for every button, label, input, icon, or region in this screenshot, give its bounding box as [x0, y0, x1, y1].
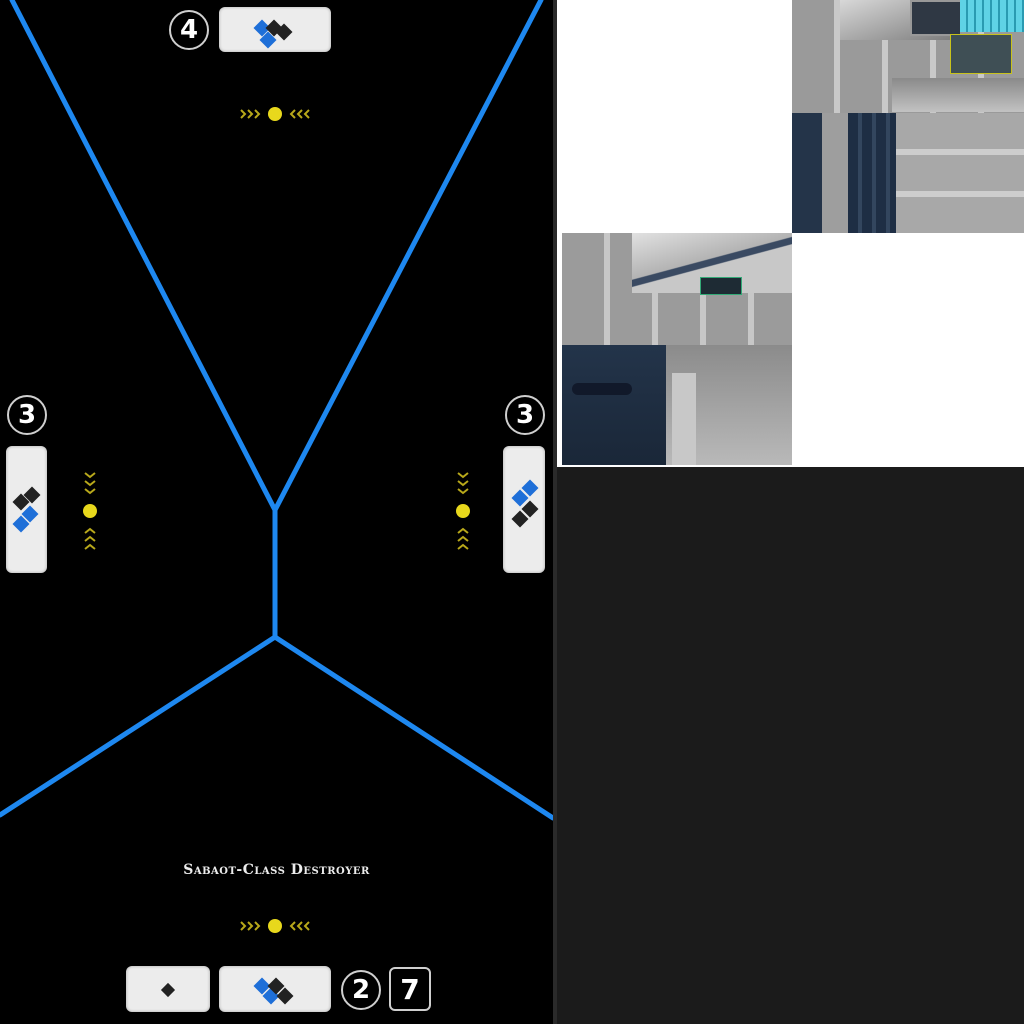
rear-armament-dice: [219, 966, 331, 1012]
ship-name: Sabaot-Class Destroyer: [183, 862, 370, 878]
hull-value: 7: [389, 967, 431, 1011]
front-speed-marker: [240, 107, 310, 121]
left-speed-marker: [83, 472, 97, 550]
right-shield-value: 3: [505, 395, 545, 435]
hull-texture-top-right: [792, 0, 1024, 233]
rear-speed-marker: [240, 919, 310, 933]
blank-texture-region-top: [557, 0, 792, 233]
anti-squadron-dice: [126, 966, 210, 1012]
ship-card: 4 3 3 Sabaot-Class Destroyer 2 7: [0, 0, 553, 1024]
front-shield-value: 4: [169, 10, 209, 50]
right-speed-marker: [456, 472, 470, 550]
left-shield-value: 3: [7, 395, 47, 435]
hull-texture-bottom-left: [562, 233, 792, 465]
right-armament-dice: [503, 446, 545, 573]
front-armament-dice: [219, 7, 331, 52]
speed-value: 2: [341, 970, 381, 1010]
blank-texture-region-right: [792, 233, 1024, 467]
left-armament-dice: [6, 446, 47, 573]
